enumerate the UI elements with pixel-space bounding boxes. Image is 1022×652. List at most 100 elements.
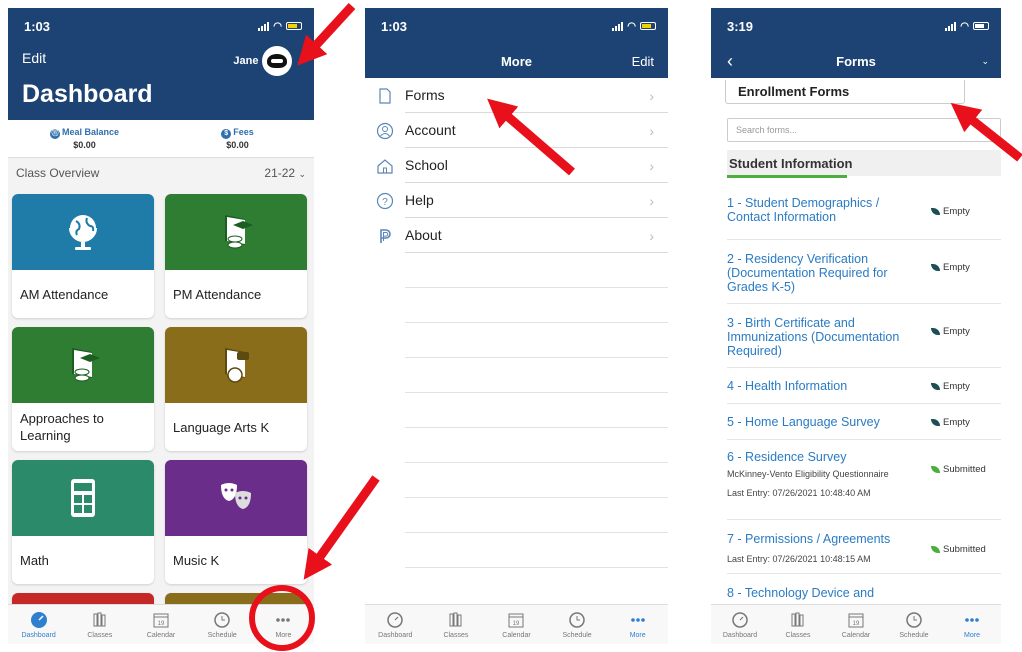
tab-more[interactable]: More [253, 605, 314, 644]
svg-text:?: ? [382, 197, 388, 208]
form-row[interactable]: 5 - Home Language Survey Empty [727, 404, 1001, 440]
form-row[interactable]: 1 - Student Demographics / Contact Infor… [727, 184, 1001, 240]
status-icons: ◠ [612, 21, 656, 32]
tab-dashboard[interactable]: Dashboard [8, 605, 69, 644]
year-selector[interactable]: 21-22 ⌄ [264, 166, 306, 180]
menu-item-account[interactable]: Account › [365, 113, 668, 148]
empty-row-divider [405, 463, 668, 498]
battery-icon [973, 22, 989, 30]
tab-label: Calendar [841, 631, 871, 639]
edit-button[interactable]: Edit [22, 50, 46, 66]
form-status: Empty [931, 417, 970, 428]
form-status: Empty [931, 326, 970, 337]
status-text: Submitted [943, 464, 986, 475]
search-placeholder: Search forms... [736, 125, 798, 135]
tab-calendar[interactable]: 19 Calendar [827, 605, 885, 644]
meal-icon: ⑪ [49, 129, 60, 139]
powerschool-logo-icon [365, 227, 405, 245]
empty-row-divider [405, 358, 668, 393]
tab-schedule[interactable]: Schedule [885, 605, 943, 644]
class-tile-pm-attendance[interactable]: PM Attendance [165, 194, 307, 318]
wifi-icon: ◠ [627, 20, 636, 32]
theater-masks-icon [221, 483, 251, 509]
tab-label: Schedule [562, 631, 592, 639]
form-row[interactable]: 6 - Residence Survey McKinney-Vento Elig… [727, 440, 1001, 520]
chevron-down-icon: ⌄ [298, 169, 306, 179]
tile-label: Language Arts K [173, 419, 270, 435]
tab-label: More [964, 631, 980, 639]
tab-label: Classes [443, 631, 469, 639]
menu-item-forms[interactable]: Forms › [365, 78, 668, 113]
form-title: 6 - Residence Survey [727, 450, 847, 464]
menu-item-about[interactable]: About › [365, 218, 668, 253]
class-overview-bar: Class Overview 21-22 ⌄ [8, 158, 314, 188]
class-tile-math[interactable]: Math [12, 460, 154, 584]
search-input[interactable]: Search forms... [727, 118, 1001, 142]
chevron-right-icon: › [649, 122, 654, 139]
fees-label: Fees [233, 127, 254, 137]
form-title: 2 - Residency Verification (Documentatio… [727, 252, 888, 294]
books-icon [791, 612, 804, 626]
more-header: More Edit [365, 44, 668, 78]
tab-dashboard[interactable]: Dashboard [711, 605, 769, 644]
tab-label: Dashboard [722, 631, 758, 639]
form-row[interactable]: 8 - Technology Device and [727, 574, 1001, 604]
user-switcher[interactable]: Jane ⌄ [233, 46, 304, 76]
tab-more[interactable]: More [943, 605, 1001, 644]
form-title: 1 - Student Demographics / Contact Infor… [727, 196, 880, 224]
leaf-icon [931, 328, 940, 335]
tab-label: Schedule [899, 631, 929, 639]
chevron-right-icon: › [649, 157, 654, 174]
more-menu: Forms › Account › School › ? Help › Abou… [365, 78, 668, 568]
class-tiles-grid: AM Attendance PM Attendance Approaches t… [8, 188, 314, 613]
tab-label: Classes [87, 631, 113, 639]
dashboard-gauge-icon [732, 611, 748, 628]
class-tile-music-k[interactable]: Music K [165, 460, 307, 584]
tab-calendar[interactable]: 19 Calendar [486, 605, 547, 644]
tab-schedule[interactable]: Schedule [192, 605, 253, 644]
class-tile-am-attendance[interactable]: AM Attendance [12, 194, 154, 318]
tile-label: Approaches to Learning [20, 411, 104, 443]
leaf-icon [931, 546, 940, 553]
tile-art [165, 194, 307, 270]
tab-schedule[interactable]: Schedule [547, 605, 608, 644]
tab-dashboard[interactable]: Dashboard [365, 605, 426, 644]
form-row[interactable]: 4 - Health Information Empty [727, 368, 1001, 404]
menu-item-school[interactable]: School › [365, 148, 668, 183]
chevron-down-icon[interactable]: ⌄ [981, 56, 989, 67]
tile-label: Math [20, 552, 49, 568]
leaf-icon [931, 264, 940, 271]
tab-more[interactable]: More [607, 605, 668, 644]
meal-balance[interactable]: ⑪ Meal Balance $0.00 [8, 120, 161, 157]
avatar [262, 46, 293, 76]
status-bar: 3:19 ◠ [711, 8, 1001, 44]
leaf-icon [931, 208, 940, 215]
edit-button[interactable]: Edit [632, 54, 654, 69]
tab-label: Classes [785, 631, 811, 639]
menu-item-help[interactable]: ? Help › [365, 183, 668, 218]
class-tile-language-arts-k[interactable]: Language Arts K [165, 327, 307, 451]
tab-calendar[interactable]: 19 Calendar [130, 605, 191, 644]
svg-text:19: 19 [853, 621, 860, 627]
user-name: Jane [233, 55, 259, 67]
fees-balance[interactable]: $ Fees $0.00 [161, 120, 314, 157]
back-chevron-icon[interactable]: ‹ [727, 51, 733, 72]
dashboard-gauge-icon [387, 611, 404, 628]
form-row[interactable]: 7 - Permissions / Agreements Last Entry:… [727, 520, 1001, 574]
form-row[interactable]: 3 - Birth Certificate and Immunizations … [727, 304, 1001, 368]
class-tile-approaches-to-learning[interactable]: Approaches to Learning [12, 327, 154, 451]
form-row[interactable]: 2 - Residency Verification (Documentatio… [727, 240, 1001, 304]
ellipsis-icon [630, 617, 645, 622]
year-label: 21-22 [264, 166, 296, 180]
tab-classes[interactable]: Classes [69, 605, 130, 644]
svg-text:19: 19 [158, 621, 165, 627]
phone-dashboard: 1:03 ◠ Edit Jane ⌄ Dashboard ⑪ Meal Bala… [8, 8, 314, 644]
page-title: Forms [836, 53, 876, 69]
tab-classes[interactable]: Classes [426, 605, 487, 644]
status-bar: 1:03 ◠ [8, 8, 314, 44]
tab-bar: Dashboard Classes 19 Calendar Schedule M… [8, 604, 314, 644]
form-category-dropdown[interactable]: Enrollment Forms [725, 80, 965, 104]
battery-icon [640, 22, 656, 30]
tab-classes[interactable]: Classes [769, 605, 827, 644]
dollar-icon: $ [221, 129, 232, 139]
